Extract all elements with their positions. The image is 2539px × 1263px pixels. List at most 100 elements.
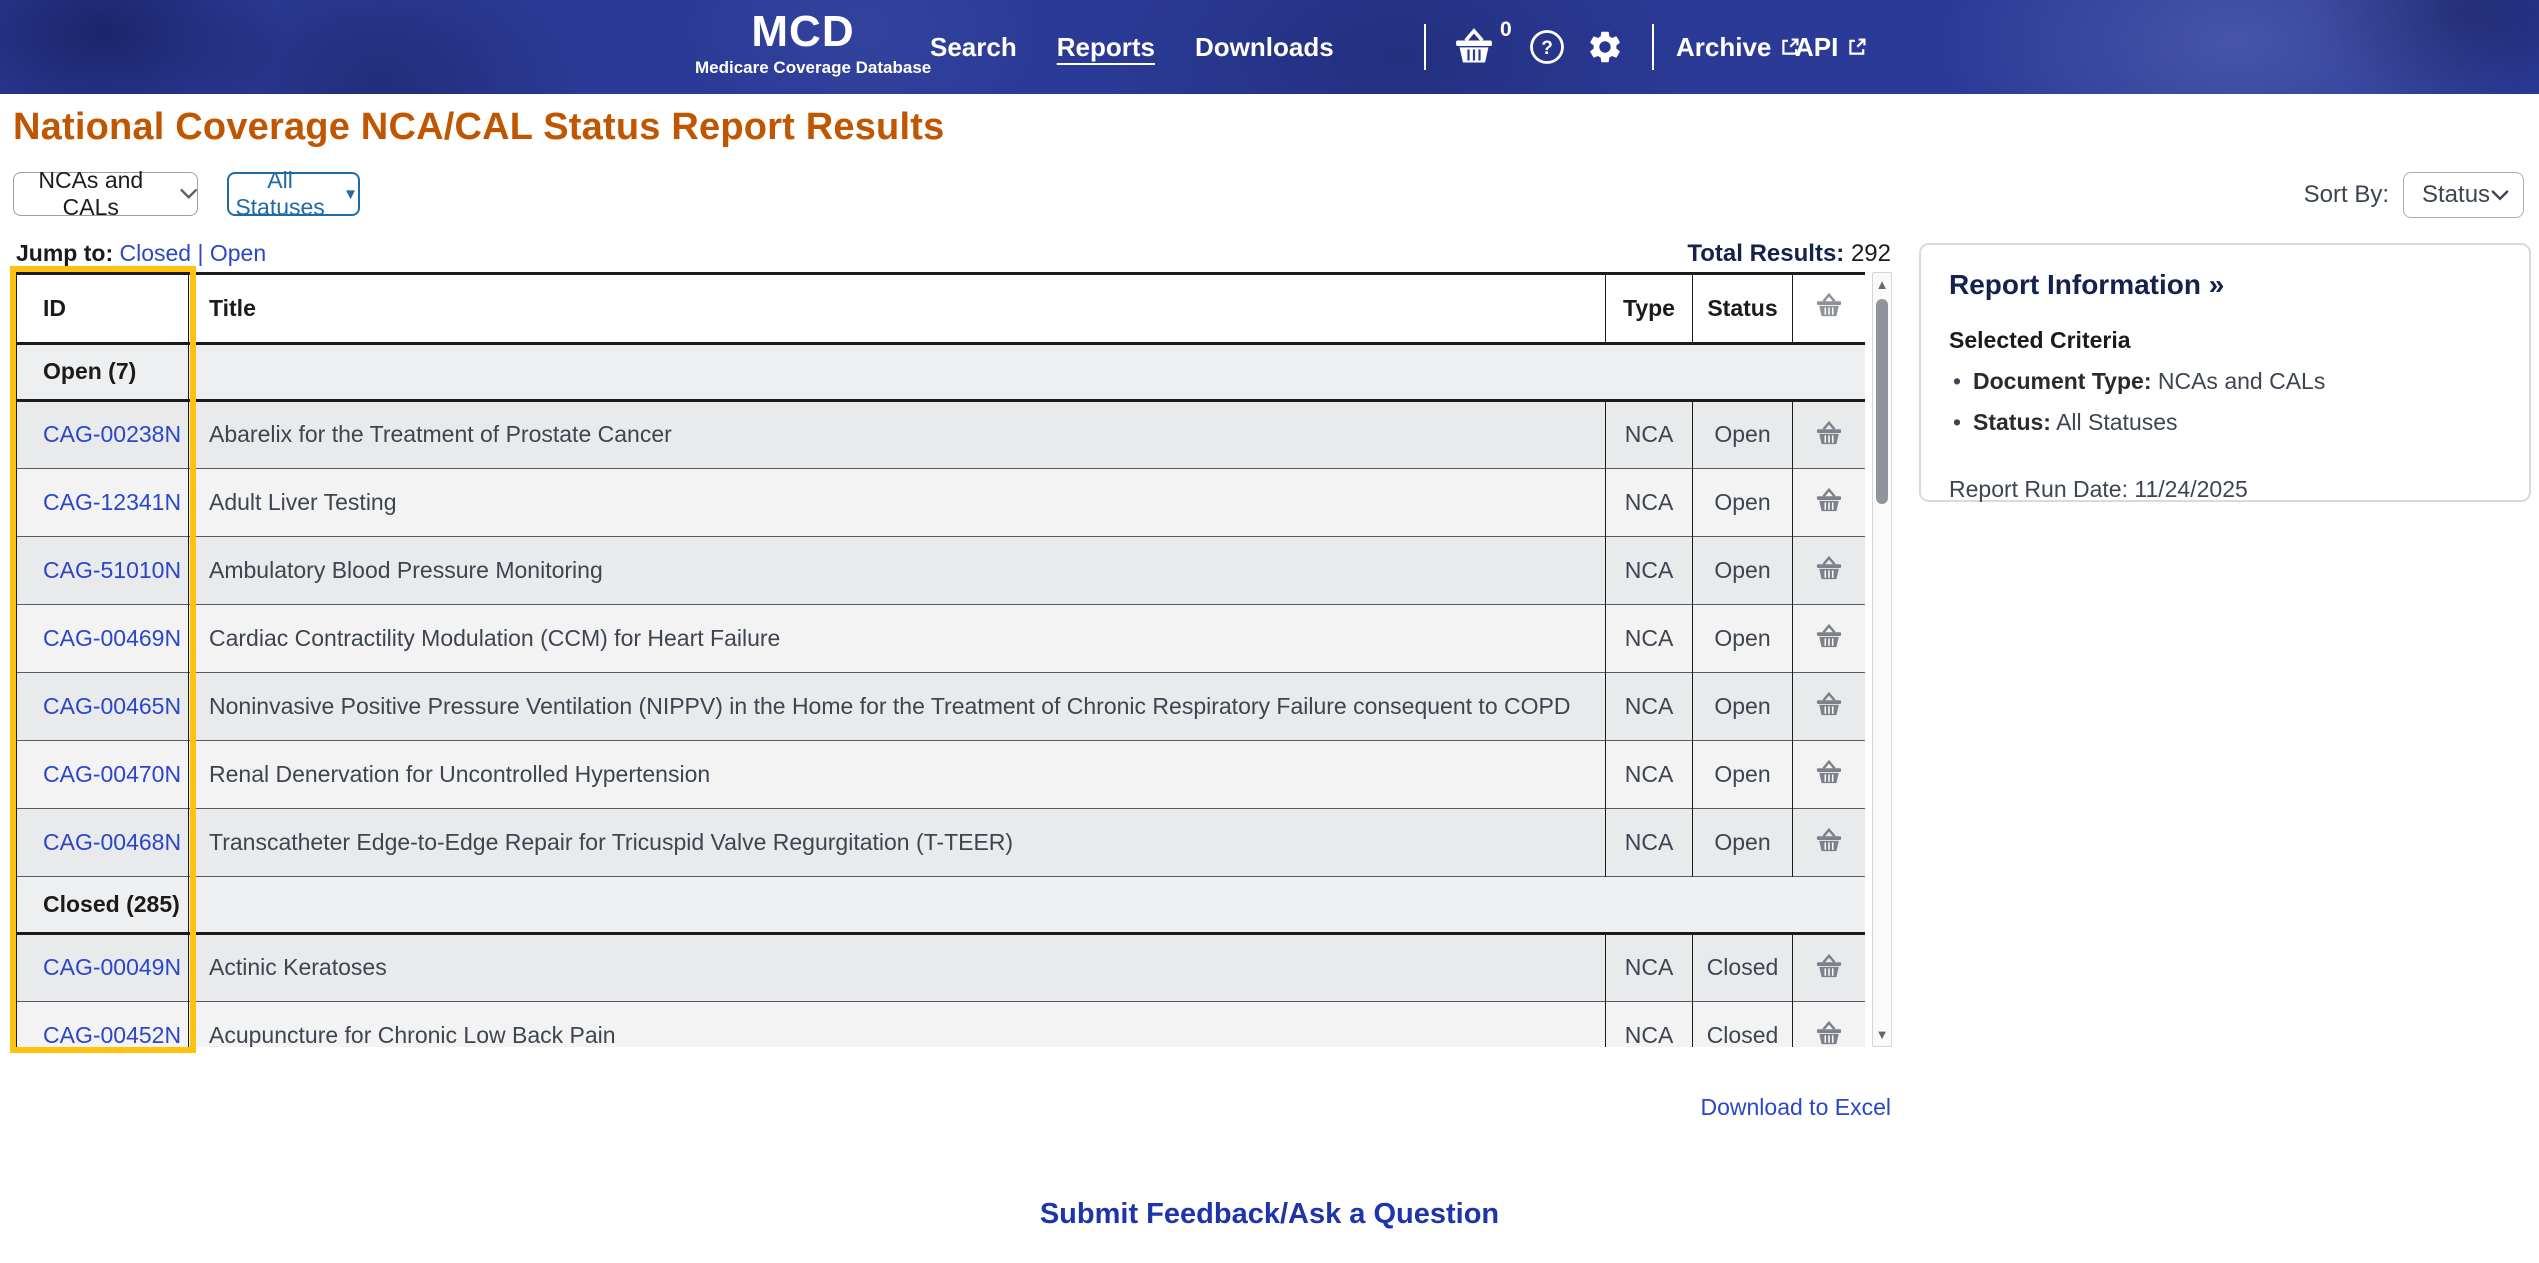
add-to-basket-button[interactable] xyxy=(1808,1018,1850,1047)
scrollbar-up-arrow[interactable]: ▲ xyxy=(1873,277,1891,292)
report-run-date: Report Run Date: 11/24/2025 xyxy=(1949,476,2248,502)
document-type: NCA xyxy=(1605,739,1693,808)
criteria-item-status: Status: All Statuses xyxy=(1949,409,2501,436)
report-information-heading[interactable]: Report Information » xyxy=(1949,269,2501,301)
total-results-label: Total Results: xyxy=(1687,240,1845,267)
nav-link-api[interactable]: API xyxy=(1795,0,1868,94)
nav-link-downloads[interactable]: Downloads xyxy=(1195,32,1334,63)
document-id-link[interactable]: CAG-00049N xyxy=(43,954,181,980)
page-title: National Coverage NCA/CAL Status Report … xyxy=(13,106,945,148)
external-link-icon xyxy=(1849,38,1866,55)
document-status: Open xyxy=(1692,603,1793,672)
results-table-body: ID Title Type Status Open (7) CAG-00238N… xyxy=(16,275,1865,1047)
document-id-link[interactable]: CAG-00465N xyxy=(43,693,181,719)
submit-feedback-link[interactable]: Submit Feedback/Ask a Question xyxy=(0,1198,2539,1231)
sort-by-label: Sort By: xyxy=(2303,181,2389,208)
total-results-value: 292 xyxy=(1844,240,1891,267)
document-type: NCA xyxy=(1605,467,1693,536)
document-type: NCA xyxy=(1605,807,1693,876)
add-to-basket-button[interactable] xyxy=(1808,553,1850,583)
document-status: Closed xyxy=(1692,932,1793,1001)
nav-link-search[interactable]: Search xyxy=(930,32,1017,63)
top-navbar: MCD Medicare Coverage Database Search Re… xyxy=(0,0,2539,94)
add-to-basket-button[interactable] xyxy=(1808,485,1850,515)
status-filter-dropdown[interactable]: All Statuses ▼ xyxy=(227,167,360,220)
criteria-item-document-type: Document Type: NCAs and CALs xyxy=(1949,368,2501,395)
basket-icon xyxy=(1816,691,1842,716)
scrollbar-down-arrow[interactable]: ▼ xyxy=(1873,1027,1891,1042)
document-type: NCA xyxy=(1605,932,1693,1001)
sort-by-select[interactable]: Status xyxy=(2403,172,2524,218)
basket-count-badge: 0 xyxy=(1500,18,1512,41)
group-filler xyxy=(188,875,1865,935)
basket-icon xyxy=(1816,623,1842,648)
document-status: Open xyxy=(1692,399,1793,468)
sort-by-control: Sort By: Status xyxy=(2304,172,2524,218)
table-row: CAG-12341N Adult Liver Testing NCA Open xyxy=(16,467,1865,536)
basket-icon xyxy=(1816,293,1842,317)
nav-link-reports[interactable]: Reports xyxy=(1057,32,1155,63)
svg-text:?: ? xyxy=(1541,38,1553,59)
column-header-basket xyxy=(1792,275,1865,345)
add-to-basket-button[interactable] xyxy=(1808,757,1850,787)
document-id-link[interactable]: CAG-00469N xyxy=(43,625,181,651)
table-row: CAG-00470N Renal Denervation for Uncontr… xyxy=(16,739,1865,808)
criteria-value: All Statuses xyxy=(2050,409,2178,435)
table-row: CAG-51010N Ambulatory Blood Pressure Mon… xyxy=(16,535,1865,604)
document-id-link[interactable]: CAG-51010N xyxy=(43,557,181,583)
basket-icon xyxy=(1816,953,1842,977)
sort-by-value: Status xyxy=(2422,181,2491,208)
document-id-link[interactable]: CAG-12341N xyxy=(43,489,181,515)
document-status: Open xyxy=(1692,807,1793,876)
gear-icon[interactable] xyxy=(1586,28,1624,66)
column-header-type: Type xyxy=(1605,275,1693,345)
status-filter-label: All Statuses xyxy=(235,167,325,220)
primary-nav: Search Reports Downloads xyxy=(930,0,1334,94)
download-to-excel-link[interactable]: Download to Excel xyxy=(16,1094,1892,1121)
mcd-logo-subtitle: Medicare Coverage Database xyxy=(695,58,932,77)
document-id-link[interactable]: CAG-00452N xyxy=(43,1022,181,1047)
basket-icon[interactable] xyxy=(1452,26,1496,66)
group-filler xyxy=(188,342,1865,402)
chevron-down-icon xyxy=(2491,189,2509,201)
add-to-basket-button[interactable] xyxy=(1808,951,1850,981)
document-id-link[interactable]: CAG-00470N xyxy=(43,761,181,787)
column-header-id: ID xyxy=(16,275,189,345)
add-to-basket-button[interactable] xyxy=(1808,825,1850,855)
nav-divider xyxy=(1652,24,1654,70)
document-status: Open xyxy=(1692,739,1793,808)
scrollbar-thumb[interactable] xyxy=(1876,299,1888,504)
report-information-panel: Report Information » Selected Criteria D… xyxy=(1919,243,2531,502)
criteria-value: NCAs and CALs xyxy=(2151,368,2326,394)
selected-criteria-heading: Selected Criteria xyxy=(1949,327,2131,353)
criteria-label: Document Type: xyxy=(1973,368,2152,394)
mcd-report-results-page: MCD Medicare Coverage Database Search Re… xyxy=(0,0,2539,1263)
document-title: Ambulatory Blood Pressure Monitoring xyxy=(188,535,1606,604)
mcd-logo-title: MCD xyxy=(751,7,855,56)
table-scrollbar[interactable]: ▲ ▼ xyxy=(1872,272,1892,1047)
document-type: NCA xyxy=(1605,535,1693,604)
document-status: Open xyxy=(1692,467,1793,536)
doc-type-filter-label: NCAs and CALs xyxy=(38,167,144,220)
table-row: CAG-00465N Noninvasive Positive Pressure… xyxy=(16,671,1865,740)
document-title: Cardiac Contractility Modulation (CCM) f… xyxy=(188,603,1606,672)
mcd-logo[interactable]: MCD Medicare Coverage Database xyxy=(695,7,932,78)
basket-icon xyxy=(1816,759,1842,784)
document-id-link[interactable]: CAG-00238N xyxy=(43,421,181,447)
add-to-basket-button[interactable] xyxy=(1808,621,1850,651)
document-title: Acupuncture for Chronic Low Back Pain xyxy=(188,1000,1606,1047)
document-id-link[interactable]: CAG-00468N xyxy=(43,829,181,855)
document-type: NCA xyxy=(1605,399,1693,468)
doc-type-filter-dropdown[interactable]: NCAs and CALs xyxy=(13,167,198,220)
add-to-basket-button[interactable] xyxy=(1808,689,1850,719)
basket-icon xyxy=(1816,827,1842,852)
table-row: CAG-00238N Abarelix for the Treatment of… xyxy=(16,399,1865,468)
nav-divider xyxy=(1424,24,1426,70)
api-label: API xyxy=(1795,31,1839,62)
column-header-title: Title xyxy=(188,275,1606,345)
nav-link-archive[interactable]: Archive xyxy=(1676,0,1801,94)
help-icon[interactable]: ? xyxy=(1528,28,1566,66)
document-type: NCA xyxy=(1605,603,1693,672)
add-to-basket-button[interactable] xyxy=(1808,418,1850,448)
document-type: NCA xyxy=(1605,671,1693,740)
